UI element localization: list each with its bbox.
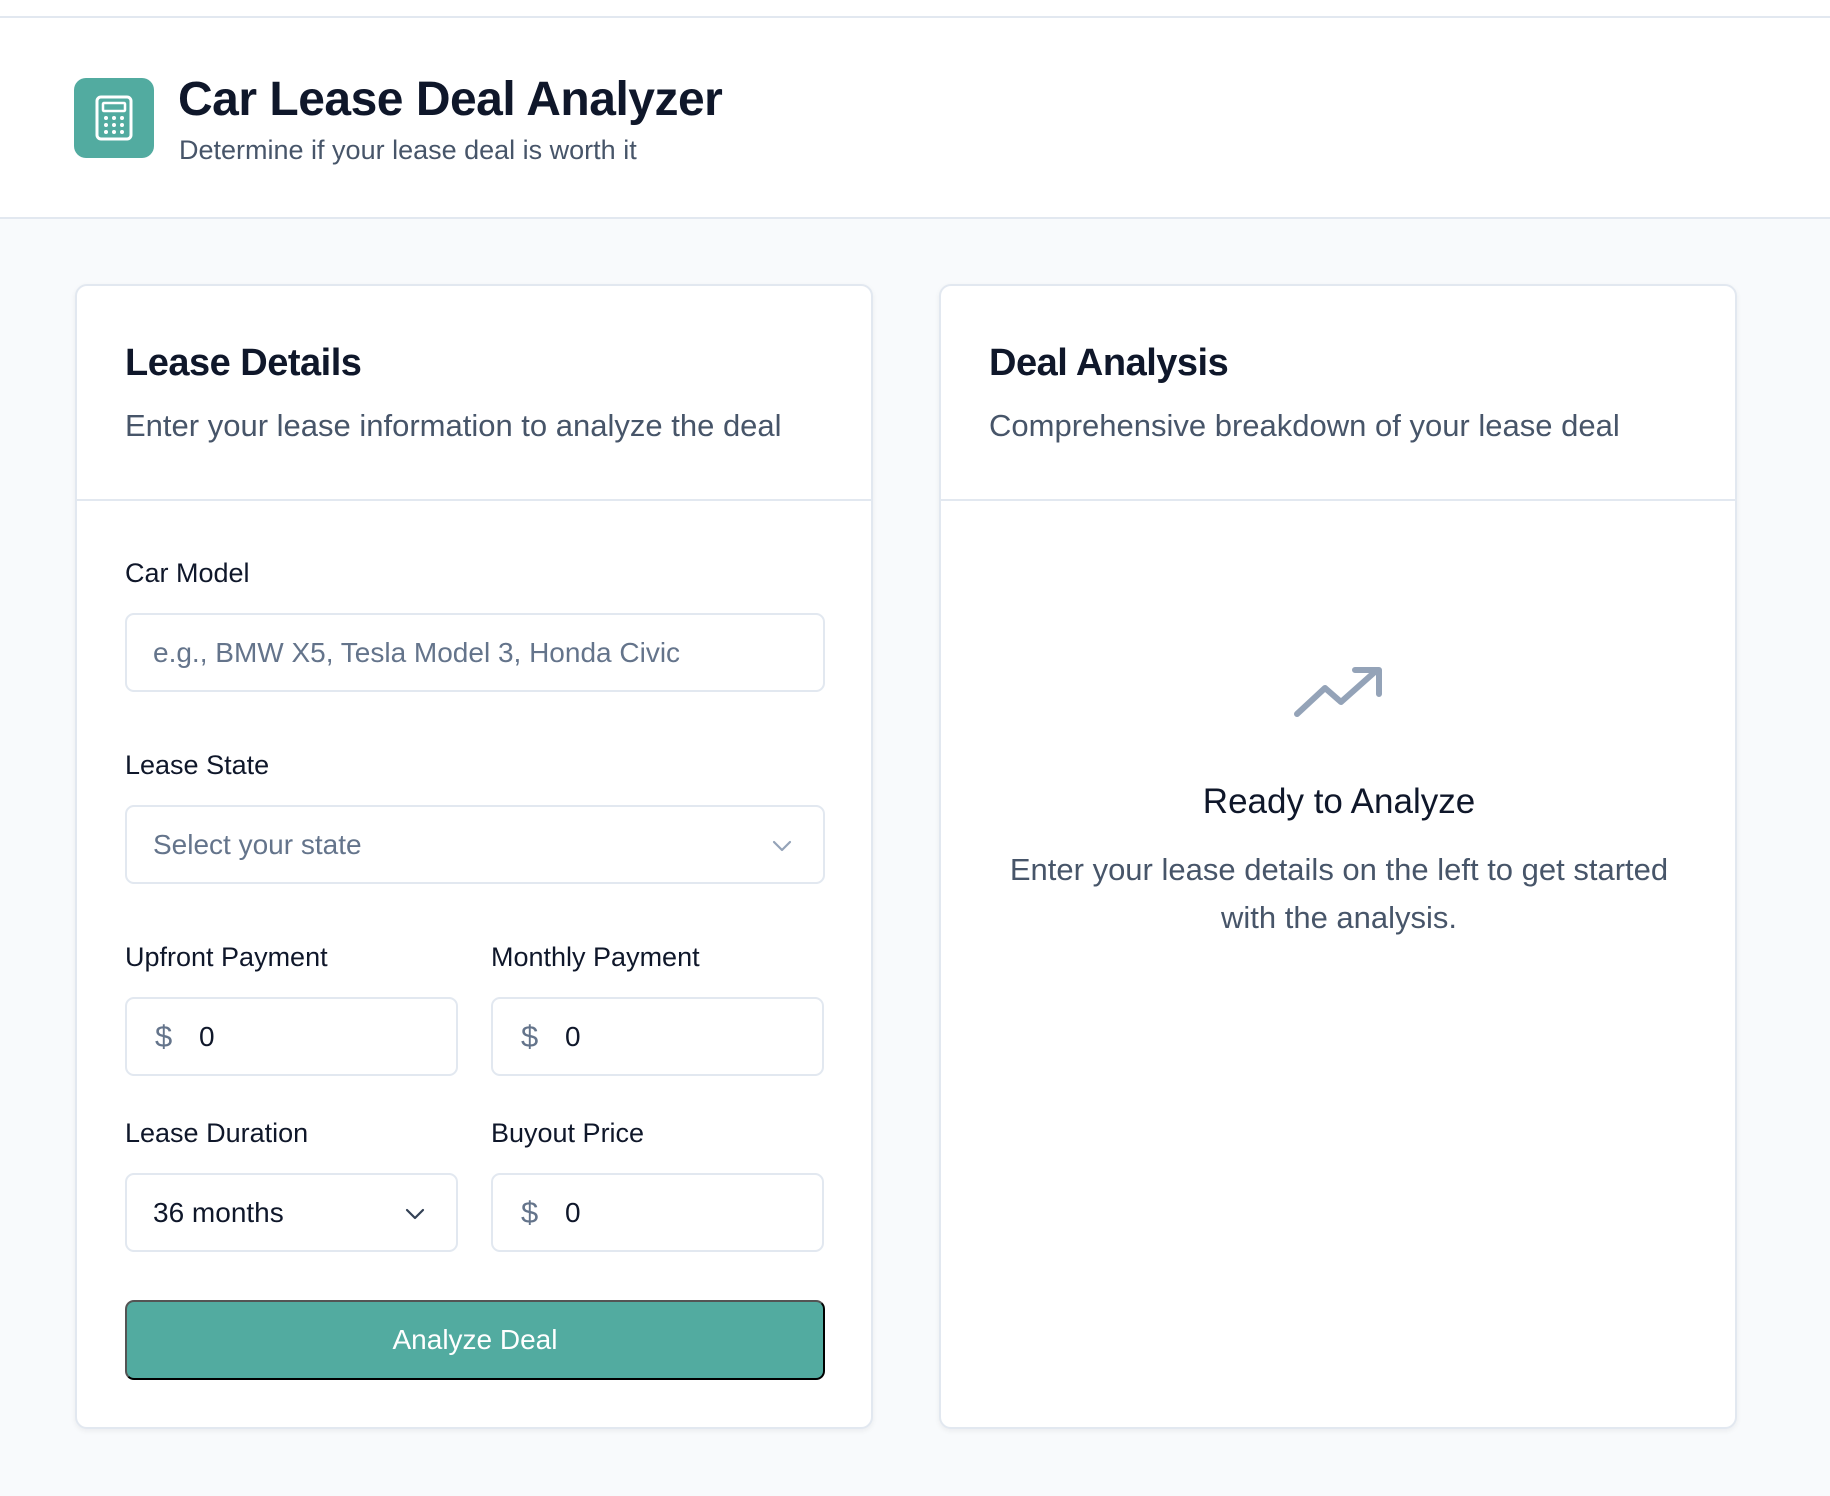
- lease-duration-label: Lease Duration: [125, 1118, 309, 1148]
- car-model-label: Car Model: [125, 558, 250, 588]
- empty-state-text: Enter your lease details on the left to …: [1009, 852, 1669, 935]
- buyout-price-value: 0: [565, 1196, 581, 1228]
- top-border: [0, 0, 1830, 18]
- upfront-payment-input[interactable]: $ 0: [125, 997, 458, 1076]
- deal-analysis-card: Deal Analysis Comprehensive breakdown of…: [939, 284, 1737, 1429]
- app-logo: [74, 78, 154, 158]
- lease-details-description: Enter your lease information to analyze …: [125, 408, 782, 443]
- lease-duration-select[interactable]: 36 months: [125, 1173, 458, 1252]
- upfront-payment-label: Upfront Payment: [125, 942, 328, 972]
- calculator-icon: [95, 95, 133, 141]
- buyout-price-input[interactable]: $ 0: [491, 1173, 824, 1252]
- lease-state-select[interactable]: Select your state: [125, 805, 825, 884]
- app-subtitle: Determine if your lease deal is worth it: [179, 135, 637, 165]
- dollar-icon: $: [521, 1194, 539, 1230]
- dollar-icon: $: [521, 1018, 539, 1054]
- lease-state-label: Lease State: [125, 750, 270, 780]
- app-title: Car Lease Deal Analyzer: [178, 73, 723, 126]
- trending-up-icon: [1294, 667, 1382, 717]
- upfront-payment-value: 0: [199, 1020, 215, 1052]
- deal-analysis-header: Deal Analysis Comprehensive breakdown of…: [941, 286, 1735, 501]
- chevron-down-icon: [772, 840, 792, 852]
- lease-duration-value: 36 months: [153, 1196, 284, 1228]
- deal-analysis-description: Comprehensive breakdown of your lease de…: [989, 408, 1620, 443]
- lease-state-placeholder: Select your state: [153, 828, 362, 860]
- chevron-down-icon: [405, 1208, 425, 1220]
- analyze-deal-button[interactable]: Analyze Deal: [125, 1300, 825, 1380]
- car-model-placeholder: e.g., BMW X5, Tesla Model 3, Honda Civic: [153, 636, 681, 668]
- monthly-payment-value: 0: [565, 1020, 581, 1052]
- dollar-icon: $: [155, 1018, 173, 1054]
- lease-details-header: Lease Details Enter your lease informati…: [77, 286, 871, 501]
- car-model-input[interactable]: e.g., BMW X5, Tesla Model 3, Honda Civic: [125, 613, 825, 692]
- empty-state-title: Ready to Analyze: [1202, 782, 1476, 821]
- monthly-payment-label: Monthly Payment: [491, 942, 700, 972]
- app-header: Car Lease Deal Analyzer Determine if you…: [0, 18, 1830, 219]
- deal-analysis-title: Deal Analysis: [989, 342, 1229, 384]
- buyout-price-label: Buyout Price: [491, 1118, 645, 1148]
- lease-details-title: Lease Details: [125, 342, 362, 384]
- monthly-payment-input[interactable]: $ 0: [491, 997, 824, 1076]
- lease-details-card: Lease Details Enter your lease informati…: [75, 284, 873, 1429]
